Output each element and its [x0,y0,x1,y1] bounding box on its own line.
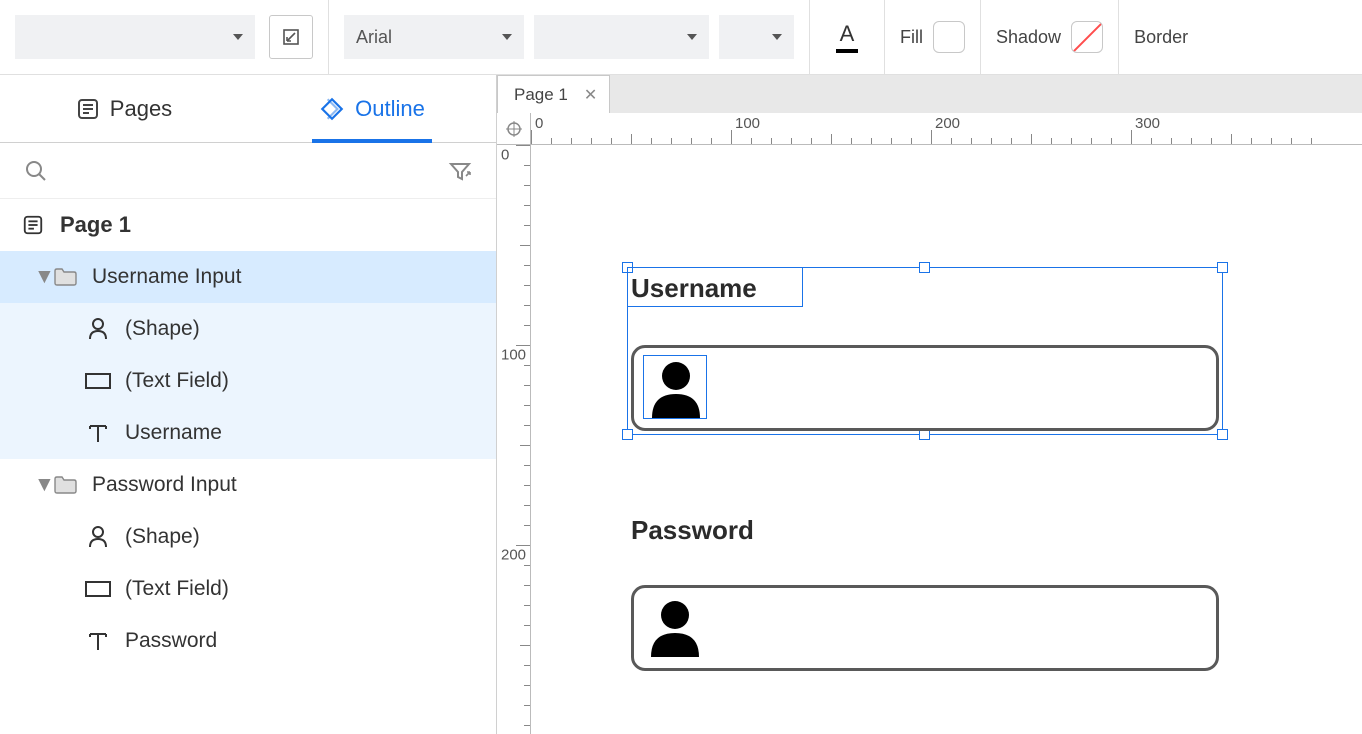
fill-label: Fill [900,27,923,48]
canvas-textfield-username[interactable] [631,345,1219,431]
canvas-textfield-password[interactable] [631,585,1219,671]
tree-item-shape[interactable]: (Shape) [0,303,496,355]
tree-item-text[interactable]: Password [0,615,496,667]
tree-group-password[interactable]: ▼ Password Input [0,459,496,511]
person-icon [85,316,111,342]
ruler-origin[interactable] [497,113,531,145]
font-family-dropdown[interactable]: Arial [344,15,524,59]
chevron-down-icon [687,34,697,40]
canvas[interactable]: Username Password [531,145,1362,734]
canvas-label-password[interactable]: Password [631,515,754,546]
resize-handle-sw[interactable] [622,429,633,440]
person-icon [85,524,111,550]
folder-icon [52,264,78,290]
border-label: Border [1134,27,1188,48]
main-area: Pages Outline Page 1 ▼ Username Input [0,75,1362,734]
tree-item-shape[interactable]: (Shape) [0,511,496,563]
tab-outline[interactable]: Outline [248,75,496,142]
resize-handle-n[interactable] [919,262,930,273]
resize-handle-se[interactable] [1217,429,1228,440]
tree-item-label: Username [125,421,222,445]
tree-group-username[interactable]: ▼ Username Input [0,251,496,303]
tree-item-textfield[interactable]: (Text Field) [0,355,496,407]
edit-style-button[interactable] [269,15,313,59]
fill-color-swatch[interactable] [933,21,965,53]
tree-item-textfield[interactable]: (Text Field) [0,563,496,615]
tree-group-label: Username Input [92,265,241,289]
outline-icon [319,96,345,122]
font-size-dropdown[interactable] [719,15,794,59]
canvas-shape-username[interactable] [643,355,707,419]
folder-icon [52,472,78,498]
text-icon [85,420,111,446]
chevron-down-icon [772,34,782,40]
tree-item-label: (Text Field) [125,369,229,393]
resize-handle-ne[interactable] [1217,262,1228,273]
outline-search-row [0,143,496,199]
person-icon [644,356,708,420]
outline-tree: Page 1 ▼ Username Input (Shape) (Text Fi… [0,199,496,734]
tree-item-label: (Text Field) [125,577,229,601]
person-icon [643,595,707,659]
text-color-button[interactable]: A [825,15,869,59]
document-tab-page1[interactable]: Page 1 ✕ [497,75,610,113]
chevron-down-icon [502,34,512,40]
chevron-down-icon [233,34,243,40]
text-icon [85,628,111,654]
tree-group-label: Password Input [92,473,237,497]
textfield-icon [85,576,111,602]
textfield-icon [85,368,111,394]
tree-item-label: (Shape) [125,317,200,341]
left-panel: Pages Outline Page 1 ▼ Username Input [0,75,497,734]
document-tab-label: Page 1 [514,85,568,105]
panel-tabs: Pages Outline [0,75,496,143]
tree-item-label: (Shape) [125,525,200,549]
font-family-value: Arial [356,27,392,48]
canvas-label-username[interactable]: Username [631,273,757,304]
tab-pages[interactable]: Pages [0,75,248,142]
document-tabs: Page 1 ✕ [497,75,1362,113]
canvas-area: Page 1 ✕ 0100200300 0100200 Username [497,75,1362,734]
close-icon[interactable]: ✕ [584,85,597,105]
caret-down-icon: ▼ [34,473,44,497]
page-icon [76,97,100,121]
canvas-shape-password[interactable] [643,595,707,659]
ruler-horizontal[interactable]: 0100200300 [531,113,1362,145]
page-icon [20,212,46,238]
filter-icon[interactable] [448,159,472,183]
caret-down-icon: ▼ [34,265,44,289]
tree-root-label: Page 1 [60,212,131,238]
toolbar: Arial A Fill Shadow Border [0,0,1362,75]
font-weight-dropdown[interactable] [534,15,709,59]
tree-item-label: Password [125,629,217,653]
tab-outline-label: Outline [355,96,425,122]
search-icon[interactable] [24,159,48,183]
tree-item-text[interactable]: Username [0,407,496,459]
shadow-label: Shadow [996,27,1061,48]
tree-root-page[interactable]: Page 1 [0,199,496,251]
style-dropdown[interactable] [15,15,255,59]
tab-pages-label: Pages [110,96,172,122]
ruler-vertical[interactable]: 0100200 [497,145,531,734]
shadow-color-swatch[interactable] [1071,21,1103,53]
